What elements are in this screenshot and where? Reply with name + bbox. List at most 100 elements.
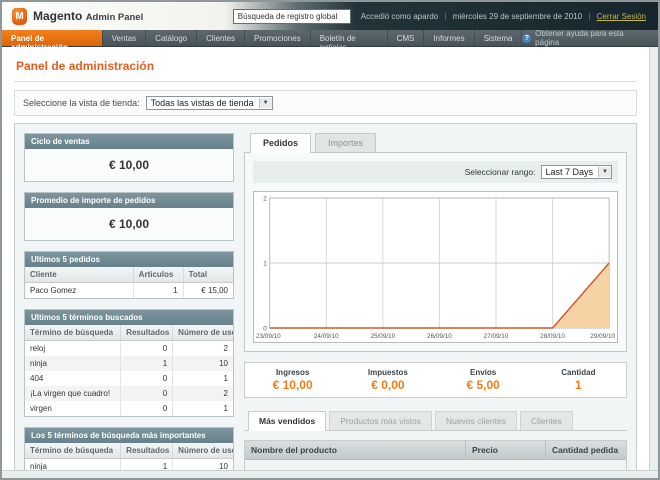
- items-cell: 1: [133, 283, 183, 299]
- column-header: Precio: [466, 441, 546, 459]
- uses-cell: 10: [173, 356, 233, 371]
- total-envios: Envíos € 5,00: [436, 368, 531, 392]
- total-value: € 5,00: [436, 378, 531, 392]
- logo-suffix: Admin Panel: [86, 12, 144, 23]
- uses-cell: 1: [173, 401, 233, 416]
- header-right: Accedió como apardo | miércoles 29 de se…: [233, 9, 658, 24]
- table-row[interactable]: Paco Gomez 1 € 15,00: [25, 283, 233, 299]
- nav-item-catalogo[interactable]: Catálogo: [146, 30, 197, 46]
- orders-chart: 23/09/1024/09/1025/09/1026/09/1027/09/10…: [253, 191, 618, 343]
- table-row[interactable]: ¡La virgen que cuadro! 0 2: [25, 386, 233, 401]
- column-header: Resultados: [121, 443, 173, 459]
- help-link[interactable]: ? Obtener ayuda para esta página: [522, 30, 658, 46]
- logout-link[interactable]: Cerrar Sesión: [597, 12, 646, 21]
- svg-text:29/09/10: 29/09/10: [590, 333, 615, 340]
- table-row[interactable]: virgen 0 1: [25, 401, 233, 416]
- table-row[interactable]: ninja 1 10: [25, 356, 233, 371]
- column-header: Número de usos: [173, 325, 233, 341]
- content: Panel de administración Seleccione la vi…: [2, 47, 649, 470]
- svg-text:28/09/10: 28/09/10: [540, 333, 565, 340]
- body-wrapper: Panel de administración Seleccione la vi…: [2, 47, 658, 470]
- customer-cell: Paco Gomez: [25, 283, 133, 299]
- meta-separator: |: [588, 12, 590, 21]
- chevron-down-icon: ▼: [259, 98, 272, 108]
- tab-importes[interactable]: Importes: [315, 133, 376, 152]
- magento-logo-text: Magento Admin Panel: [33, 9, 143, 23]
- tab-productos-mas-vistos[interactable]: Productos más vistos: [329, 411, 432, 430]
- column-header: Cliente: [25, 267, 133, 283]
- global-search-input[interactable]: [233, 9, 351, 24]
- nav-item-promociones[interactable]: Promociones: [245, 30, 311, 46]
- range-value: Last 7 Days: [546, 167, 594, 177]
- total-label: Impuestos: [340, 368, 435, 377]
- table-header-row: Término de búsqueda Resultados Número de…: [25, 443, 233, 459]
- nav-item-clientes[interactable]: Clientes: [197, 30, 245, 46]
- nav-item-dashboard[interactable]: Panel de administración: [2, 30, 103, 46]
- column-header: Cantidad pedida: [546, 441, 626, 459]
- grid-tabs: Más vendidos Productos más vistos Nuevos…: [244, 411, 627, 431]
- logo-brand: Magento: [33, 9, 82, 23]
- term-cell: ninja: [25, 459, 121, 471]
- table-row[interactable]: ninja 1 10: [25, 459, 233, 471]
- tab-clientes[interactable]: Clientes: [520, 411, 573, 430]
- diagram-tab-content: Seleccionar rango: Last 7 Days ▼ 23/09/1…: [244, 152, 627, 352]
- uses-cell: 1: [173, 371, 233, 386]
- help-label: Obtener ayuda para esta página: [535, 29, 646, 47]
- table-row[interactable]: reloj 0 2: [25, 341, 233, 357]
- store-view-bar: Seleccione la vista de tienda: Todas las…: [14, 90, 637, 116]
- last-orders-table: Cliente Articulos Total Paco Gomez 1 € 1…: [25, 267, 233, 298]
- nav-item-informes[interactable]: Informes: [424, 30, 474, 46]
- range-select[interactable]: Last 7 Days ▼: [541, 165, 612, 179]
- scrollbar-gutter[interactable]: [649, 47, 658, 470]
- header-date: miércoles 29 de septiembre de 2010: [453, 12, 582, 21]
- tab-pedidos[interactable]: Pedidos: [250, 133, 311, 153]
- totals-bar: Ingresos € 10,00 Impuestos € 0,00 Envíos…: [244, 362, 627, 398]
- nav-item-sistema[interactable]: Sistema: [475, 30, 523, 46]
- nav-item-boletin[interactable]: Boletín de noticias: [311, 30, 388, 46]
- table-row[interactable]: 404 0 1: [25, 371, 233, 386]
- nav-list: Panel de administración Ventas Catálogo …: [2, 30, 522, 46]
- last-orders-title: Ultimos 5 pedidos: [25, 252, 233, 267]
- total-ingresos: Ingresos € 10,00: [245, 368, 340, 392]
- lifetime-sales-box: Ciclo de ventas € 10,00: [24, 133, 234, 182]
- table-header-row: Término de búsqueda Resultados Número de…: [25, 325, 233, 341]
- svg-text:1: 1: [263, 260, 267, 267]
- svg-text:25/09/10: 25/09/10: [370, 333, 395, 340]
- svg-text:23/09/10: 23/09/10: [256, 333, 281, 340]
- store-view-value: Todas las vistas de tienda: [151, 98, 254, 108]
- bottom-strip: [2, 470, 658, 478]
- nav-item-cms[interactable]: CMS: [388, 30, 425, 46]
- uses-cell: 2: [173, 341, 233, 357]
- results-cell: 0: [121, 386, 173, 401]
- total-value: 1: [531, 378, 626, 392]
- header: M Magento Admin Panel Accedió como apard…: [2, 2, 658, 30]
- store-view-select[interactable]: Todas las vistas de tienda ▼: [146, 96, 273, 110]
- range-bar: Seleccionar rango: Last 7 Days ▼: [253, 161, 618, 183]
- tab-mas-vendidos[interactable]: Más vendidos: [248, 411, 326, 431]
- meta-separator: |: [444, 12, 446, 21]
- column-header: Resultados: [121, 325, 173, 341]
- top-search-terms-table: Término de búsqueda Resultados Número de…: [25, 443, 233, 470]
- total-cell: € 15,00: [183, 283, 233, 299]
- svg-text:0: 0: [263, 325, 267, 332]
- table-header-row: Cliente Articulos Total: [25, 267, 233, 283]
- tab-nuevos-clientes[interactable]: Nuevos clientes: [435, 411, 517, 430]
- total-label: Envíos: [436, 368, 531, 377]
- orders-chart-svg: 23/09/1024/09/1025/09/1026/09/1027/09/10…: [254, 192, 617, 342]
- last-orders-box: Ultimos 5 pedidos Cliente Articulos Tota…: [24, 251, 234, 299]
- top-search-terms-box: Los 5 términos de búsqueda más important…: [24, 427, 234, 470]
- last-search-terms-box: Ultimos 5 términos buscados Término de b…: [24, 309, 234, 417]
- dashboard: Ciclo de ventas € 10,00 Promedio de impo…: [14, 123, 637, 470]
- magento-logo-icon: M: [12, 8, 27, 25]
- lifetime-sales-title: Ciclo de ventas: [25, 134, 233, 149]
- total-impuestos: Impuestos € 0,00: [340, 368, 435, 392]
- magento-logo: M Magento Admin Panel: [2, 8, 143, 25]
- diagram-tabs: Pedidos Importes: [244, 133, 627, 152]
- store-view-label: Seleccione la vista de tienda:: [23, 98, 140, 108]
- results-cell: 1: [121, 459, 173, 471]
- total-cantidad: Cantidad 1: [531, 368, 626, 392]
- total-value: € 0,00: [340, 378, 435, 392]
- page-title: Panel de administración: [14, 55, 637, 82]
- svg-text:2: 2: [263, 195, 267, 202]
- nav-item-ventas[interactable]: Ventas: [103, 30, 146, 46]
